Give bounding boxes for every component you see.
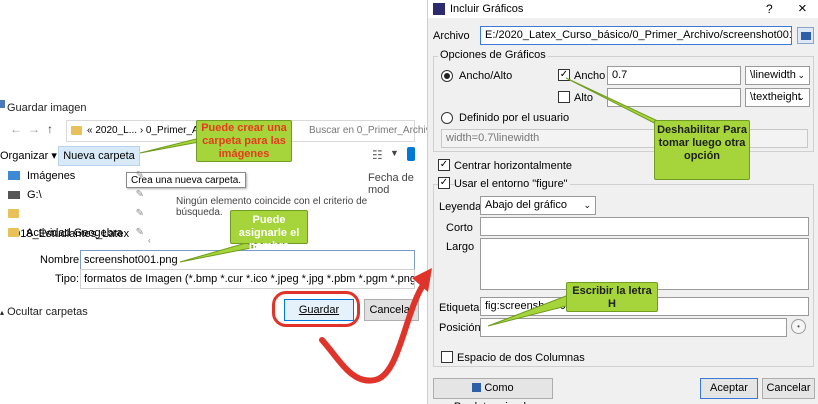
callout-pointer-disable bbox=[565, 77, 669, 131]
callout-pointer-name bbox=[179, 242, 258, 263]
annotation-arrows bbox=[139, 77, 669, 384]
callout-new-folder: Puede crear una carpeta para las imágene… bbox=[196, 120, 292, 162]
red-curved-arrow bbox=[319, 279, 428, 384]
callout-pointer-letter-h bbox=[487, 295, 575, 327]
screenshot-root: Guardar imagen ← → ↑ « 2020_L... › 0_Pri… bbox=[0, 0, 818, 404]
callout-disable: Deshabilitar Para tomar luego otra opció… bbox=[654, 120, 750, 180]
callout-letter-h: Escribir la letra H bbox=[566, 282, 658, 312]
callout-name: Puede asignarle el nombre bbox=[230, 210, 308, 252]
